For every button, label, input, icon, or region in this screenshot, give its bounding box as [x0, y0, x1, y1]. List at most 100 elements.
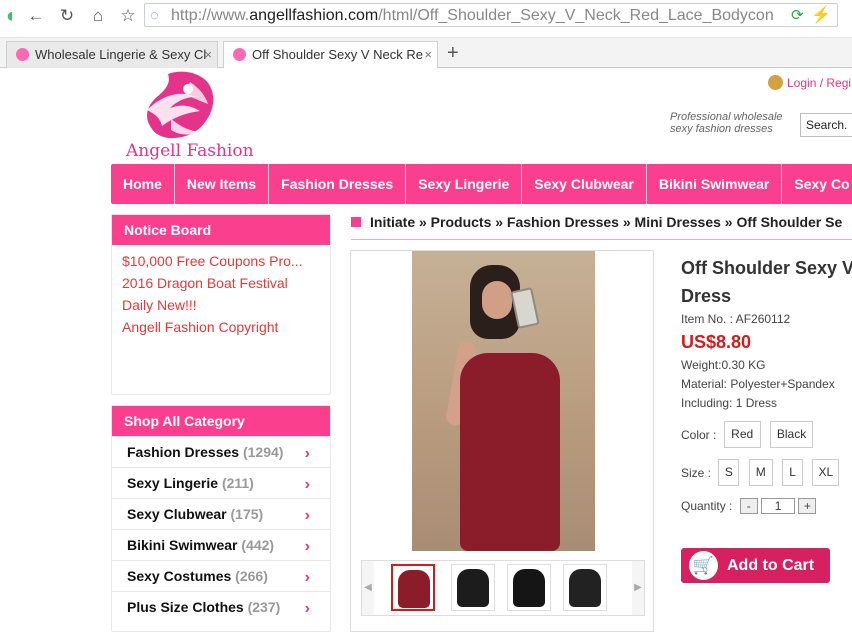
url-prefix: http://www. — [171, 7, 250, 24]
add-to-cart-button[interactable]: 🛒 Add to Cart — [681, 548, 830, 583]
category-sexy-clubwear[interactable]: Sexy Clubwear (175) › — [112, 498, 330, 529]
login-link[interactable]: Login / Regi — [768, 75, 851, 90]
site-tagline: Professional wholesale sexy fashion dres… — [670, 111, 783, 135]
quantity-label: Quantity : — [681, 499, 733, 513]
nav-new-items[interactable]: New Items — [175, 164, 270, 204]
address-bar[interactable]: ◌ http://www.angellfashion.com/html/Off_… — [144, 3, 838, 27]
back-icon[interactable]: ← — [24, 6, 48, 26]
category-panel: Shop All Category Fashion Dresses (1294)… — [111, 405, 331, 632]
nav-bikini-swimwear[interactable]: Bikini Swimwear — [647, 164, 783, 204]
thumbnail-red-front[interactable] — [391, 564, 435, 611]
url-path: /html/Off_Shoulder_Sexy_V_Neck_Red_Lace_… — [378, 7, 774, 24]
nav-home[interactable]: Home — [111, 164, 175, 204]
quantity-stepper: Quantity : - 1 + — [681, 498, 817, 514]
category-count: (237) — [247, 599, 281, 615]
notice-item[interactable]: 2016 Dragon Boat Festival — [122, 272, 320, 294]
new-tab-icon[interactable]: + — [447, 42, 459, 65]
category-name: Bikini Swimwear — [127, 537, 238, 553]
search-input[interactable]: Search. — [800, 113, 852, 137]
browser-toolbar: ◐ ← ↻ ⌂ ☆ ◌ http://www.angellfashion.com… — [0, 0, 852, 38]
color-option-red[interactable]: Red — [723, 421, 761, 448]
chevron-right-icon: › — [304, 569, 310, 586]
tab-strip: Wholesale Lingerie & Sexy Cl × Off Shoul… — [0, 38, 852, 68]
category-count: (442) — [241, 537, 275, 553]
notice-item[interactable]: $10,000 Free Coupons Pro... — [122, 250, 320, 272]
thumbnail-black-front-2[interactable] — [507, 564, 551, 611]
category-sexy-costumes[interactable]: Sexy Costumes (266) › — [112, 560, 330, 591]
breadcrumb-marker-icon — [351, 217, 361, 227]
category-count: (266) — [235, 568, 268, 584]
chevron-right-icon: › — [304, 507, 310, 524]
category-plus-size-clothes[interactable]: Plus Size Clothes (237) › — [112, 591, 330, 622]
quantity-plus-button[interactable]: + — [798, 498, 817, 514]
category-count: (211) — [221, 475, 254, 491]
size-option-l[interactable]: L — [782, 459, 804, 486]
category-fashion-dresses[interactable]: Fashion Dresses (1294) › — [112, 436, 330, 467]
category-title: Shop All Category — [112, 406, 330, 436]
category-name: Sexy Clubwear — [127, 506, 227, 522]
logo-text: Angell Fashion — [126, 141, 254, 161]
site-logo[interactable]: Angell Fashion — [116, 70, 266, 162]
tab-off-shoulder-dress[interactable]: Off Shoulder Sexy V Neck Re × — [223, 41, 438, 68]
thumbnail-black-side[interactable] — [563, 564, 607, 611]
item-number: Item No. : AF260112 — [681, 312, 791, 326]
tab-label: Wholesale Lingerie & Sexy Cl — [35, 47, 207, 62]
thumbnail-black-front[interactable] — [451, 564, 495, 611]
category-bikini-swimwear[interactable]: Bikini Swimwear (442) › — [112, 529, 330, 560]
thumbnail-image — [398, 570, 430, 608]
category-name: Sexy Costumes — [127, 568, 232, 584]
nav-sexy-clubwear[interactable]: Sexy Clubwear — [522, 164, 647, 204]
chevron-right-icon: › — [304, 476, 310, 493]
home-icon[interactable]: ⌂ — [86, 6, 110, 26]
photo-face — [482, 281, 512, 319]
close-tab-icon[interactable]: × — [204, 42, 212, 67]
product-including: Including: 1 Dress — [681, 396, 778, 410]
tab-wholesale-lingerie[interactable]: Wholesale Lingerie & Sexy Cl × — [6, 41, 218, 68]
product-title-line2: Dress — [681, 286, 732, 306]
login-label: Login / Regi — [787, 76, 852, 90]
category-sexy-lingerie[interactable]: Sexy Lingerie (211) › — [112, 467, 330, 498]
thumbnail-prev-icon[interactable]: ◀ — [362, 561, 374, 615]
thumbnail-image — [457, 569, 489, 607]
main-navigation: Home New Items Fashion Dresses Sexy Lingeri… — [111, 164, 852, 204]
cart-icon: 🛒 — [689, 551, 718, 580]
close-tab-icon[interactable]: × — [424, 42, 432, 67]
chevron-right-icon: › — [304, 445, 310, 462]
product-price: US$8.80 — [681, 332, 752, 352]
notice-board-title: Notice Board — [112, 215, 330, 245]
notice-item[interactable]: Daily New!!! — [122, 294, 320, 316]
category-name: Plus Size Clothes — [127, 599, 244, 615]
color-option-black[interactable]: Black — [770, 421, 814, 448]
size-label: Size : — [681, 465, 712, 480]
reload-icon[interactable]: ↻ — [55, 6, 79, 26]
category-name: Sexy Lingerie — [127, 475, 219, 491]
size-option-m[interactable]: M — [748, 459, 773, 486]
nav-sexy-lingerie[interactable]: Sexy Lingerie — [406, 164, 523, 204]
bookmark-star-icon[interactable]: ☆ — [116, 6, 140, 26]
size-option-s[interactable]: S — [718, 459, 740, 486]
product-weight: Weight:0.30 KG — [681, 358, 766, 372]
breadcrumb-text[interactable]: Initiate » Products » Fashion Dresses » … — [370, 214, 842, 230]
thumbnail-next-icon[interactable]: ▶ — [632, 561, 644, 615]
category-name: Fashion Dresses — [127, 444, 240, 460]
nav-fashion-dresses[interactable]: Fashion Dresses — [269, 164, 407, 204]
size-option-xl[interactable]: XL — [812, 459, 840, 486]
lightning-icon[interactable]: ⚡ — [811, 5, 831, 25]
refresh-extension-icon[interactable]: ⟳ — [791, 6, 804, 24]
nav-sexy-costumes[interactable]: Sexy Co — [782, 164, 852, 204]
quantity-input[interactable]: 1 — [761, 498, 796, 514]
angel-logo-icon — [147, 71, 214, 139]
category-count: (175) — [230, 506, 264, 522]
chevron-right-icon: › — [304, 538, 310, 555]
url-text[interactable]: http://www.angellfashion.com/html/Off_Sh… — [171, 7, 781, 25]
thumbnail-strip: ◀ ▶ — [361, 560, 645, 616]
quantity-minus-button[interactable]: - — [739, 498, 758, 514]
thumbnail-image — [513, 569, 545, 607]
main-product-image[interactable] — [412, 251, 595, 551]
product-info: Off Shoulder Sexy V Dress Item No. : AF2… — [681, 254, 852, 413]
notice-item[interactable]: Angell Fashion Copyright — [122, 316, 320, 338]
site-info-icon: ◌ — [150, 7, 159, 24]
product-gallery: ◀ ▶ — [350, 250, 654, 632]
photo-dress — [460, 353, 560, 551]
url-domain: angellfashion.com — [249, 7, 379, 24]
